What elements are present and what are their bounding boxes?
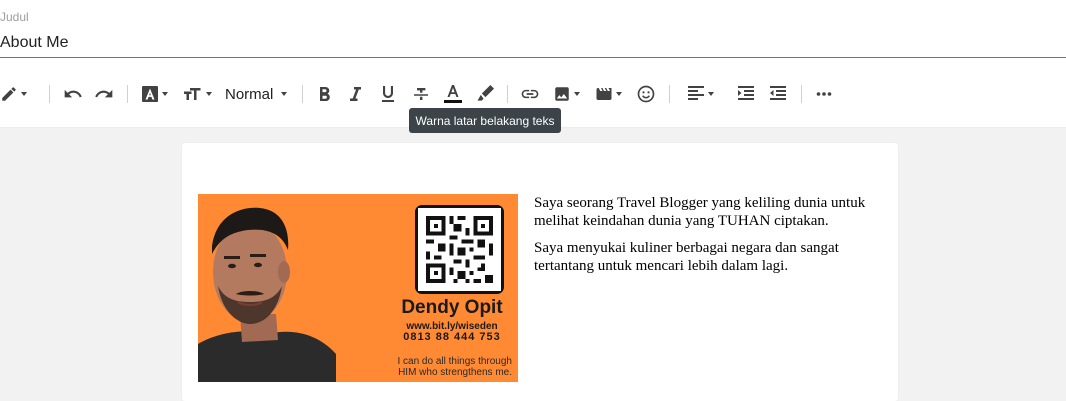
underline-button[interactable] xyxy=(380,79,396,109)
card-name: Dendy Opit xyxy=(401,297,503,318)
card-phone: 0813 88 444 753 xyxy=(403,331,501,343)
post-paragraph: Saya menyukai kuliner berbagai negara da… xyxy=(534,240,839,274)
post-body[interactable]: Saya seorang Travel Blogger yang kelilin… xyxy=(534,194,874,284)
undo-button[interactable] xyxy=(63,79,83,109)
toolbar-divider xyxy=(507,85,508,103)
text-color-button[interactable] xyxy=(443,79,463,109)
card-quote-line: HIM who strengthens me. xyxy=(398,367,512,378)
card-quote: I can do all things through HIM who stre… xyxy=(358,356,512,378)
redo-icon xyxy=(94,84,114,104)
portrait-photo xyxy=(198,194,348,382)
strikethrough-button[interactable] xyxy=(412,79,430,109)
font-size-button[interactable] xyxy=(183,79,212,109)
chevron-down-icon xyxy=(708,92,714,96)
toolbar-divider xyxy=(49,85,50,103)
toolbar-divider xyxy=(302,85,303,103)
link-icon xyxy=(520,84,540,104)
card-quote-line: I can do all things through xyxy=(397,356,512,367)
emoji-button[interactable] xyxy=(636,79,656,109)
strikethrough-icon xyxy=(412,85,430,103)
title-underline xyxy=(0,57,1066,58)
chevron-down-icon xyxy=(281,92,288,96)
title-input[interactable] xyxy=(0,33,1066,53)
qr-code xyxy=(415,205,504,294)
chevron-down-icon xyxy=(574,92,580,96)
bold-button[interactable] xyxy=(317,79,333,109)
font-size-icon xyxy=(183,85,203,103)
chevron-down-icon xyxy=(616,92,622,96)
indent-button[interactable] xyxy=(737,79,755,109)
format-select[interactable]: Normal xyxy=(225,79,288,109)
text-color-icon xyxy=(443,83,463,105)
highlight-button[interactable] xyxy=(475,79,495,109)
insert-image-button[interactable] xyxy=(553,79,580,109)
outdent-button[interactable] xyxy=(769,79,787,109)
align-icon xyxy=(687,85,705,103)
outdent-icon xyxy=(769,85,787,103)
font-family-button[interactable] xyxy=(141,79,168,109)
redo-button[interactable] xyxy=(94,79,114,109)
alignment-button[interactable] xyxy=(687,79,714,109)
image-icon xyxy=(553,85,571,103)
chevron-down-icon xyxy=(21,92,27,96)
font-family-icon xyxy=(141,85,159,103)
pencil-icon xyxy=(0,85,18,103)
italic-icon xyxy=(348,85,364,103)
embedded-business-card-image[interactable]: Dendy Opit www.bit.ly/wiseden 0813 88 44… xyxy=(198,194,518,382)
chevron-down-icon xyxy=(162,92,168,96)
post-paragraph: Saya seorang Travel Blogger yang kelilin… xyxy=(534,195,866,229)
toolbar-tooltip: Warna latar belakang teks xyxy=(409,108,561,133)
more-icon xyxy=(816,91,832,97)
chevron-down-icon xyxy=(206,92,212,96)
underline-icon xyxy=(380,84,396,104)
video-icon xyxy=(595,85,613,103)
title-label: Judul xyxy=(0,10,29,24)
highlight-icon xyxy=(475,84,495,104)
insert-video-button[interactable] xyxy=(595,79,622,109)
indent-icon xyxy=(737,85,755,103)
post-title-area: Judul xyxy=(0,0,1066,60)
link-button[interactable] xyxy=(520,79,540,109)
format-select-label: Normal xyxy=(225,85,274,103)
toolbar-divider xyxy=(127,85,128,103)
bold-icon xyxy=(317,85,333,103)
compose-mode-button[interactable] xyxy=(0,79,27,109)
undo-icon xyxy=(63,84,83,104)
more-options-button[interactable] xyxy=(816,79,832,109)
toolbar-divider xyxy=(801,85,802,103)
italic-button[interactable] xyxy=(348,79,364,109)
emoji-icon xyxy=(636,84,656,104)
toolbar-divider xyxy=(669,85,670,103)
